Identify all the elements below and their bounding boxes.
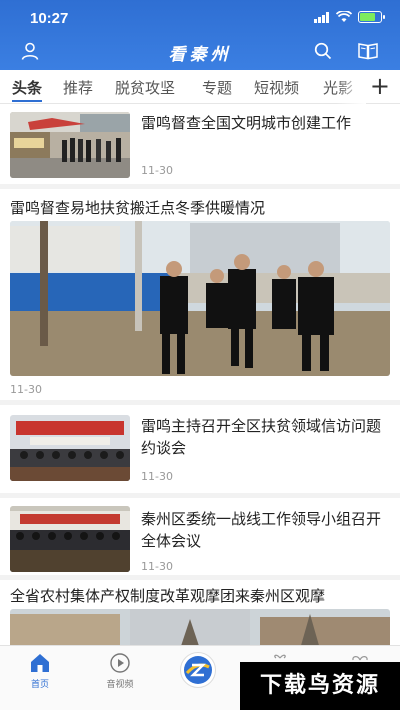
active-tab-indicator bbox=[12, 100, 42, 102]
play-icon bbox=[110, 653, 130, 673]
news-title: 雷鸣督查全国文明城市创建工作 bbox=[141, 114, 352, 132]
tab-fade bbox=[336, 70, 366, 104]
divider bbox=[0, 184, 400, 189]
tab-recommend[interactable]: 推荐 bbox=[63, 77, 93, 98]
news-title: 雷鸣督查易地扶贫搬迁点冬季供暖情况 bbox=[10, 199, 266, 217]
add-channel-icon[interactable]: + bbox=[370, 72, 390, 100]
channel-tabs: 头条 推荐 脱贫攻坚 专题 短视频 光影 + bbox=[0, 70, 400, 104]
app-logo-button[interactable] bbox=[180, 652, 216, 688]
news-item[interactable]: 雷鸣主持召开全区扶贫领域信访问题约谈会 11-30 bbox=[0, 405, 400, 497]
status-icons bbox=[314, 11, 385, 23]
news-item[interactable]: 雷鸣督查全国文明城市创建工作 11-30 bbox=[0, 104, 400, 184]
status-time: 10:27 bbox=[30, 10, 69, 27]
watermark-logo: 下载鸟资源 bbox=[240, 662, 400, 710]
news-title: 全省农村集体产权制度改革观摩团来秦州区观摩 bbox=[10, 587, 326, 605]
tab-headline[interactable]: 头条 bbox=[12, 77, 42, 98]
app-header: 10:27 看秦州 bbox=[0, 0, 400, 70]
app-title: 看秦州 bbox=[168, 45, 232, 65]
nav-video-label: 音视频 bbox=[106, 680, 134, 690]
search-icon[interactable] bbox=[314, 42, 332, 60]
news-date: 11-30 bbox=[141, 470, 173, 483]
news-title: 雷鸣主持召开全区扶贫领域信访问题约谈会 bbox=[141, 417, 382, 457]
nav-video[interactable]: 音视频 bbox=[90, 652, 150, 690]
status-bar: 10:27 bbox=[0, 8, 400, 30]
news-image bbox=[10, 221, 390, 376]
wifi-icon bbox=[336, 11, 352, 22]
news-date: 11-30 bbox=[141, 560, 173, 573]
divider bbox=[0, 575, 400, 580]
home-icon bbox=[31, 654, 49, 672]
nav-home[interactable]: 首页 bbox=[10, 652, 70, 690]
tab-poverty[interactable]: 脱贫攻坚 bbox=[115, 77, 175, 98]
news-thumbnail bbox=[10, 506, 130, 572]
news-thumbnail bbox=[10, 415, 130, 481]
cellular-icon bbox=[314, 11, 329, 23]
book-icon[interactable] bbox=[358, 42, 378, 60]
battery-icon bbox=[358, 11, 385, 23]
news-title: 秦州区委统一战线工作领导小组召开全体会议 bbox=[141, 510, 382, 550]
nav-home-label: 首页 bbox=[30, 680, 49, 690]
app-logo-icon bbox=[184, 656, 212, 684]
news-date: 11-30 bbox=[10, 383, 42, 396]
news-image bbox=[10, 609, 390, 649]
tab-topics[interactable]: 专题 bbox=[202, 77, 232, 98]
news-thumbnail bbox=[10, 112, 130, 178]
news-date: 11-30 bbox=[141, 164, 173, 177]
tab-short-video[interactable]: 短视频 bbox=[254, 77, 299, 98]
